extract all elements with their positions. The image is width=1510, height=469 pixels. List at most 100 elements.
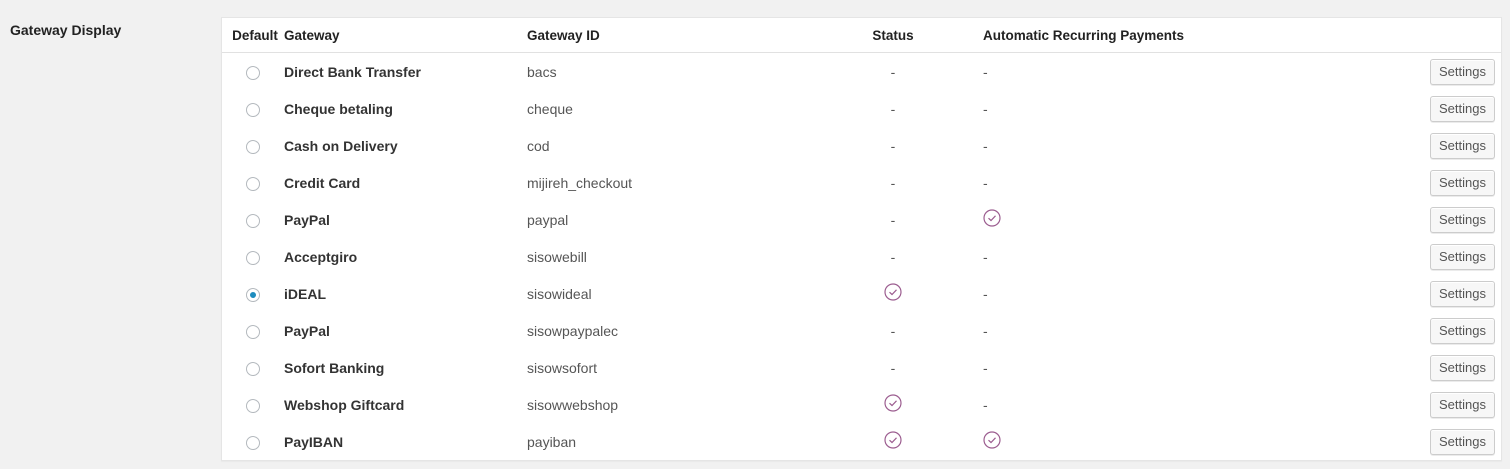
default-cell bbox=[222, 238, 284, 275]
table-row: PayPal paypal - Settings bbox=[222, 201, 1501, 238]
recurring-dash: - bbox=[983, 322, 988, 339]
table-row: Cheque betaling cheque - - Settings bbox=[222, 90, 1501, 127]
settings-button[interactable]: Settings bbox=[1430, 132, 1495, 159]
recurring-cell bbox=[983, 201, 1333, 238]
gateway-id: sisowideal bbox=[527, 285, 592, 302]
gateway-name: Cheque betaling bbox=[284, 100, 393, 117]
status-dash: - bbox=[890, 248, 896, 265]
settings-button[interactable]: Settings bbox=[1430, 58, 1495, 85]
check-circle-icon bbox=[983, 431, 1001, 452]
default-cell bbox=[222, 423, 284, 460]
actions-cell: Settings bbox=[1333, 312, 1501, 349]
status-cell bbox=[803, 275, 983, 312]
default-radio[interactable] bbox=[246, 102, 260, 117]
default-cell bbox=[222, 53, 284, 91]
default-cell bbox=[222, 312, 284, 349]
gateway-table: Default Gateway Gateway ID Status Automa… bbox=[222, 18, 1501, 460]
header-gateway-id: Gateway ID bbox=[527, 18, 803, 53]
status-cell bbox=[803, 386, 983, 423]
table-body: Direct Bank Transfer bacs - - Settings Cheque… bbox=[222, 53, 1501, 461]
gateway-id: paypal bbox=[527, 211, 569, 228]
default-cell bbox=[222, 201, 284, 238]
settings-button[interactable]: Settings bbox=[1430, 243, 1495, 270]
header-recurring: Automatic Recurring Payments bbox=[983, 18, 1333, 53]
actions-cell: Settings bbox=[1333, 423, 1501, 460]
status-dash: - bbox=[890, 359, 896, 376]
section-label: Gateway Display bbox=[10, 22, 122, 38]
gateway-id: sisowsofort bbox=[527, 359, 598, 376]
default-radio[interactable] bbox=[246, 287, 260, 302]
gateway-name: PayPal bbox=[284, 322, 330, 339]
gateway-name: Credit Card bbox=[284, 174, 361, 191]
actions-cell: Settings bbox=[1333, 275, 1501, 312]
actions-cell: Settings bbox=[1333, 238, 1501, 275]
status-cell: - bbox=[803, 312, 983, 349]
status-cell: - bbox=[803, 53, 983, 91]
default-radio[interactable] bbox=[246, 435, 260, 450]
settings-button[interactable]: Settings bbox=[1430, 169, 1495, 196]
settings-button[interactable]: Settings bbox=[1430, 317, 1495, 344]
check-circle-icon bbox=[884, 283, 902, 304]
table-row: Direct Bank Transfer bacs - - Settings bbox=[222, 53, 1501, 91]
default-cell bbox=[222, 349, 284, 386]
recurring-cell: - bbox=[983, 53, 1333, 91]
actions-cell: Settings bbox=[1333, 349, 1501, 386]
default-radio[interactable] bbox=[246, 139, 260, 154]
status-dash: - bbox=[890, 211, 896, 228]
status-cell: - bbox=[803, 238, 983, 275]
gateway-name: Direct Bank Transfer bbox=[284, 63, 421, 80]
recurring-cell: - bbox=[983, 386, 1333, 423]
recurring-cell: - bbox=[983, 349, 1333, 386]
header-gateway: Gateway bbox=[284, 18, 527, 53]
table-row: Credit Card mijireh_checkout - - Settings bbox=[222, 164, 1501, 201]
recurring-dash: - bbox=[983, 174, 988, 191]
gateway-id: cheque bbox=[527, 100, 573, 117]
settings-button[interactable]: Settings bbox=[1430, 428, 1495, 455]
table-header: Default Gateway Gateway ID Status Automa… bbox=[222, 18, 1501, 53]
status-cell: - bbox=[803, 201, 983, 238]
actions-cell: Settings bbox=[1333, 386, 1501, 423]
default-radio[interactable] bbox=[246, 213, 260, 228]
status-dash: - bbox=[890, 63, 896, 80]
table-row: Sofort Banking sisowsofort - - Settings bbox=[222, 349, 1501, 386]
status-dash: - bbox=[890, 137, 896, 154]
table-row: Acceptgiro sisowebill - - Settings bbox=[222, 238, 1501, 275]
gateway-id: sisowebill bbox=[527, 248, 587, 265]
check-circle-icon bbox=[884, 394, 902, 415]
header-status: Status bbox=[803, 18, 983, 53]
default-radio[interactable] bbox=[246, 176, 260, 191]
recurring-cell bbox=[983, 423, 1333, 460]
default-radio[interactable] bbox=[246, 398, 260, 413]
gateway-table-container: Default Gateway Gateway ID Status Automa… bbox=[221, 17, 1502, 461]
status-cell: - bbox=[803, 127, 983, 164]
settings-button[interactable]: Settings bbox=[1430, 206, 1495, 233]
recurring-dash: - bbox=[983, 63, 988, 80]
recurring-cell: - bbox=[983, 90, 1333, 127]
gateway-name: Cash on Delivery bbox=[284, 137, 398, 154]
settings-button[interactable]: Settings bbox=[1430, 280, 1495, 307]
gateway-id: mijireh_checkout bbox=[527, 174, 633, 191]
recurring-cell: - bbox=[983, 164, 1333, 201]
gateway-name: PayIBAN bbox=[284, 433, 344, 450]
gateway-name: iDEAL bbox=[284, 285, 326, 302]
table-row: Cash on Delivery cod - - Settings bbox=[222, 127, 1501, 164]
settings-button[interactable]: Settings bbox=[1430, 391, 1495, 418]
default-cell bbox=[222, 386, 284, 423]
default-radio[interactable] bbox=[246, 250, 260, 265]
default-radio[interactable] bbox=[246, 361, 260, 376]
recurring-dash: - bbox=[983, 100, 988, 117]
table-row: PayPal sisowpaypalec - - Settings bbox=[222, 312, 1501, 349]
recurring-cell: - bbox=[983, 238, 1333, 275]
default-radio[interactable] bbox=[246, 324, 260, 339]
actions-cell: Settings bbox=[1333, 53, 1501, 91]
settings-button[interactable]: Settings bbox=[1430, 354, 1495, 381]
default-radio[interactable] bbox=[246, 65, 260, 80]
recurring-dash: - bbox=[983, 359, 988, 376]
settings-button[interactable]: Settings bbox=[1430, 95, 1495, 122]
recurring-dash: - bbox=[983, 248, 988, 265]
gateway-id: cod bbox=[527, 137, 550, 154]
gateway-name: PayPal bbox=[284, 211, 330, 228]
default-cell bbox=[222, 164, 284, 201]
status-cell bbox=[803, 423, 983, 460]
recurring-dash: - bbox=[983, 396, 988, 413]
